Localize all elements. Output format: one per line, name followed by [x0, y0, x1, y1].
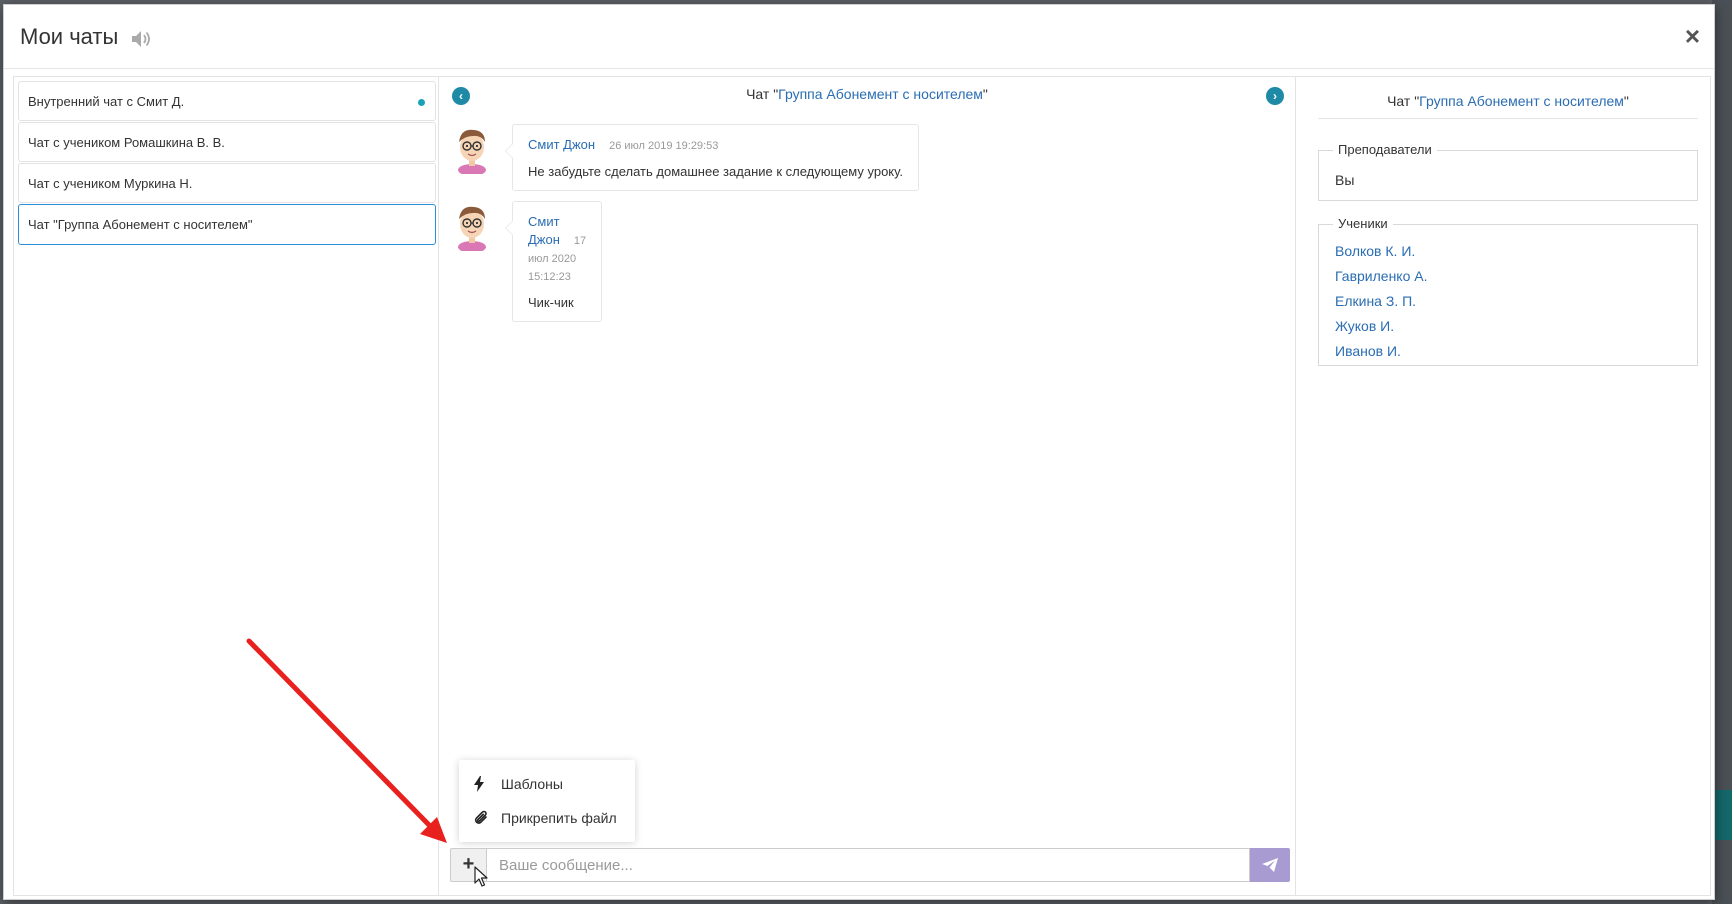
send-button[interactable] [1250, 848, 1290, 882]
teachers-legend: Преподаватели [1333, 142, 1437, 157]
bolt-icon [474, 776, 484, 792]
chevron-right-icon[interactable]: › [1266, 87, 1284, 105]
info-title-link[interactable]: Группа Абонемент с носителем [1419, 93, 1624, 109]
chat-conversation: ‹ Чат "Группа Абонемент с носителем" › С… [439, 76, 1295, 896]
avatar [458, 206, 486, 251]
paperclip-icon [474, 810, 487, 824]
chat-item-label: Чат "Группа Абонемент с носителем" [28, 217, 253, 232]
message-text: Не забудьте сделать домашнее задание к с… [528, 164, 903, 179]
chats-modal: Мои чаты × Внутренний чат с Смит Д. Чат … [3, 4, 1715, 900]
student-link[interactable]: Елкина З. П. [1335, 293, 1416, 309]
chat-item-romashkina[interactable]: Чат с учеником Ромашкина В. В. [18, 122, 436, 162]
mouse-cursor-icon [474, 866, 488, 887]
avatar [458, 129, 486, 174]
student-link[interactable]: Гавриленко А. [1335, 268, 1428, 284]
students-legend: Ученики [1333, 216, 1393, 231]
message-text: Чик-чик [528, 295, 574, 310]
unread-indicator [418, 99, 425, 106]
message-bubble: Смит Джон 17 июл 2020 15:12:23 Чик-чик [504, 201, 603, 322]
menu-item-label: Прикрепить файл [501, 810, 617, 826]
modal-title: Мои чаты [20, 24, 119, 49]
chat-header: Чат "Группа Абонемент с носителем" [439, 86, 1295, 102]
message-timestamp: 26 июл 2019 19:29:53 [609, 140, 719, 152]
info-title: Чат "Группа Абонемент с носителем" [1318, 93, 1698, 119]
student-link[interactable]: Волков К. И. [1335, 243, 1415, 259]
chat-item-label: Чат с учеником Муркина Н. [28, 176, 193, 191]
message-author[interactable]: Смит Джон [528, 214, 560, 247]
message-author[interactable]: Смит Джон [528, 137, 595, 152]
attach-menu: Шаблоны Прикрепить файл [459, 760, 635, 842]
background-strip [1712, 0, 1732, 904]
chat-header-link[interactable]: Группа Абонемент с носителем [778, 86, 983, 102]
message-bubble: Смит Джон 26 июл 2019 19:29:53 Не забудьт… [505, 124, 919, 191]
send-icon [1262, 858, 1278, 872]
chat-header-suffix: " [982, 86, 988, 102]
chat-info-panel: Чат "Группа Абонемент с носителем" Препо… [1295, 76, 1711, 896]
chat-item-label: Внутренний чат с Смит Д. [28, 94, 185, 109]
chat-item-group[interactable]: Чат "Группа Абонемент с носителем" [18, 204, 436, 245]
menu-item-label: Шаблоны [501, 776, 563, 792]
message-input[interactable] [486, 848, 1250, 882]
menu-item-templates[interactable]: Шаблоны [459, 766, 635, 802]
teacher-value: Вы [1335, 172, 1355, 188]
student-link[interactable]: Жуков И. [1335, 318, 1394, 334]
speaker-icon[interactable] [130, 29, 152, 49]
close-icon[interactable]: × [1685, 23, 1700, 49]
teachers-group: Преподаватели Вы [1318, 142, 1698, 201]
chat-header-prefix: Чат " [746, 86, 779, 102]
menu-item-attach-file[interactable]: Прикрепить файл [459, 800, 635, 836]
chat-item-murkina[interactable]: Чат с учеником Муркина Н. [18, 163, 436, 203]
chat-item-label: Чат с учеником Ромашкина В. В. [28, 135, 225, 150]
background-accent [1712, 790, 1732, 840]
students-group: Ученики Волков К. И. Гавриленко А. Елкин… [1318, 216, 1698, 366]
info-title-suffix: " [1623, 93, 1629, 109]
student-link[interactable]: Иванов И. [1335, 343, 1401, 359]
message-composer: + [450, 848, 1290, 882]
chat-item-internal[interactable]: Внутренний чат с Смит Д. [18, 81, 436, 121]
info-title-prefix: Чат " [1387, 93, 1420, 109]
modal-header: Мои чаты × [4, 5, 1714, 69]
chat-list: Внутренний чат с Смит Д. Чат с учеником … [13, 76, 439, 896]
